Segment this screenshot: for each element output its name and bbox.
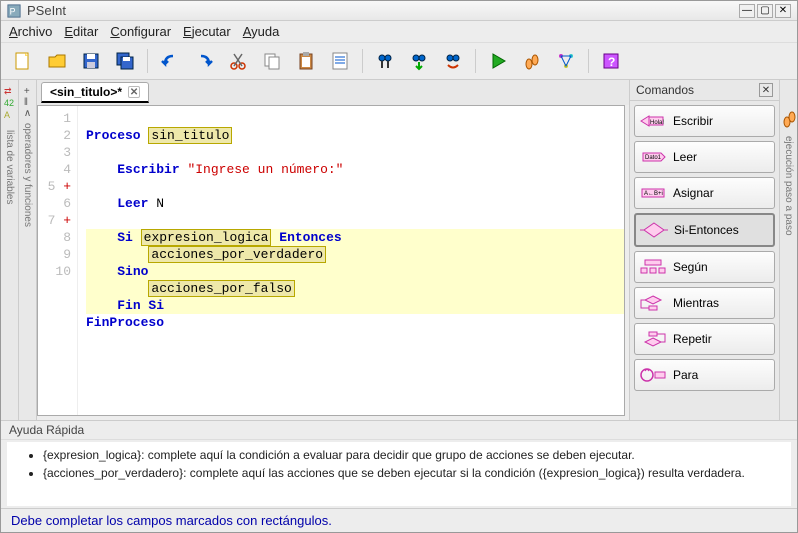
flowchart-button[interactable] bbox=[552, 47, 580, 75]
cmd-segun[interactable]: Según bbox=[634, 251, 775, 283]
new-button[interactable] bbox=[9, 47, 37, 75]
find-button[interactable] bbox=[371, 47, 399, 75]
saveas-button[interactable] bbox=[111, 47, 139, 75]
commands-panel: Comandos ✕ Hola!Escribir Dato1Leer A←B+i… bbox=[629, 80, 779, 420]
cmd-asignar[interactable]: A←B+iAsignar bbox=[634, 177, 775, 209]
svg-text:Dato1: Dato1 bbox=[645, 155, 662, 161]
svg-text:?: ? bbox=[608, 55, 615, 69]
tabbar: <sin_titulo>* ✕ bbox=[37, 80, 629, 105]
window-title: PSeInt bbox=[27, 3, 737, 18]
paste-button[interactable] bbox=[292, 47, 320, 75]
copy-button[interactable] bbox=[258, 47, 286, 75]
menu-ejecutar[interactable]: Ejecutar bbox=[183, 24, 231, 39]
cut-button[interactable] bbox=[224, 47, 252, 75]
svg-text:A: A bbox=[4, 110, 10, 120]
open-button[interactable] bbox=[43, 47, 71, 75]
step-icon bbox=[782, 110, 796, 130]
run-button[interactable] bbox=[484, 47, 512, 75]
file-tab[interactable]: <sin_titulo>* ✕ bbox=[41, 82, 149, 103]
cmd-escribir[interactable]: Hola!Escribir bbox=[634, 105, 775, 137]
menu-editar[interactable]: Editar bbox=[64, 24, 98, 39]
tab-label: <sin_titulo>* bbox=[50, 85, 122, 99]
help-body: {expresion_logica}: complete aquí la con… bbox=[7, 442, 791, 506]
help-item-2: {acciones_por_verdadero}: complete aquí … bbox=[43, 466, 779, 480]
close-button[interactable]: ✕ bbox=[775, 4, 791, 18]
left-panel-operators[interactable]: +‖∧ operadores y funciones bbox=[19, 80, 37, 420]
toolbar: ? bbox=[1, 42, 797, 80]
save-button[interactable] bbox=[77, 47, 105, 75]
operators-label: operadores y funciones bbox=[22, 123, 33, 227]
menu-ayuda[interactable]: Ayuda bbox=[243, 24, 280, 39]
cmd-repetir[interactable]: Repetir bbox=[634, 323, 775, 355]
tab-close-icon[interactable]: ✕ bbox=[128, 86, 140, 98]
svg-text:A←B+i: A←B+i bbox=[644, 191, 663, 197]
titlebar: P PSeInt — ▢ ✕ bbox=[1, 1, 797, 21]
help-item-1: {expresion_logica}: complete aquí la con… bbox=[43, 448, 779, 462]
line-gutter: 1234 5 + 6 7 + 8910 bbox=[38, 106, 78, 415]
redo-button[interactable] bbox=[190, 47, 218, 75]
code-content[interactable]: Proceso sin_titulo Escribir "Ingrese un … bbox=[78, 106, 624, 415]
svg-text:⇄: ⇄ bbox=[4, 86, 12, 96]
statusbar: Debe completar los campos marcados con r… bbox=[1, 508, 797, 532]
cmd-leer[interactable]: Dato1Leer bbox=[634, 141, 775, 173]
operators-icon: +‖∧ bbox=[24, 86, 31, 119]
undo-button[interactable] bbox=[156, 47, 184, 75]
commands-close-icon[interactable]: ✕ bbox=[759, 83, 773, 97]
help-button[interactable]: ? bbox=[597, 47, 625, 75]
cmd-para[interactable]: Para bbox=[634, 359, 775, 391]
app-icon: P bbox=[7, 4, 21, 18]
help-title: Ayuda Rápida bbox=[1, 421, 797, 440]
svg-text:P: P bbox=[10, 6, 16, 16]
help-panel: Ayuda Rápida {expresion_logica}: complet… bbox=[1, 420, 797, 508]
step-label: ejecución paso a paso bbox=[783, 136, 794, 236]
commands-title: Comandos bbox=[636, 83, 694, 97]
minimize-button[interactable]: — bbox=[739, 4, 755, 18]
cmd-si-entonces[interactable]: Si-Entonces bbox=[634, 213, 775, 247]
maximize-button[interactable]: ▢ bbox=[757, 4, 773, 18]
right-panel-step[interactable]: ejecución paso a paso bbox=[779, 80, 797, 420]
menubar: Archivo Editar Configurar Ejecutar Ayuda bbox=[1, 21, 797, 42]
step-button[interactable] bbox=[518, 47, 546, 75]
code-editor[interactable]: 1234 5 + 6 7 + 8910 Proceso sin_titulo E… bbox=[37, 105, 625, 416]
left-panel-variables[interactable]: ⇄ 42 A lista de variables bbox=[1, 80, 19, 420]
variables-label: lista de variables bbox=[4, 130, 15, 204]
menu-configurar[interactable]: Configurar bbox=[110, 24, 171, 39]
replace-button[interactable] bbox=[439, 47, 467, 75]
indent-button[interactable] bbox=[326, 47, 354, 75]
svg-text:Hola!: Hola! bbox=[650, 120, 664, 126]
svg-text:42: 42 bbox=[4, 98, 14, 108]
findnext-button[interactable] bbox=[405, 47, 433, 75]
variables-icon: ⇄ 42 A bbox=[3, 84, 17, 124]
cmd-mientras[interactable]: Mientras bbox=[634, 287, 775, 319]
menu-archivo[interactable]: Archivo bbox=[9, 24, 52, 39]
